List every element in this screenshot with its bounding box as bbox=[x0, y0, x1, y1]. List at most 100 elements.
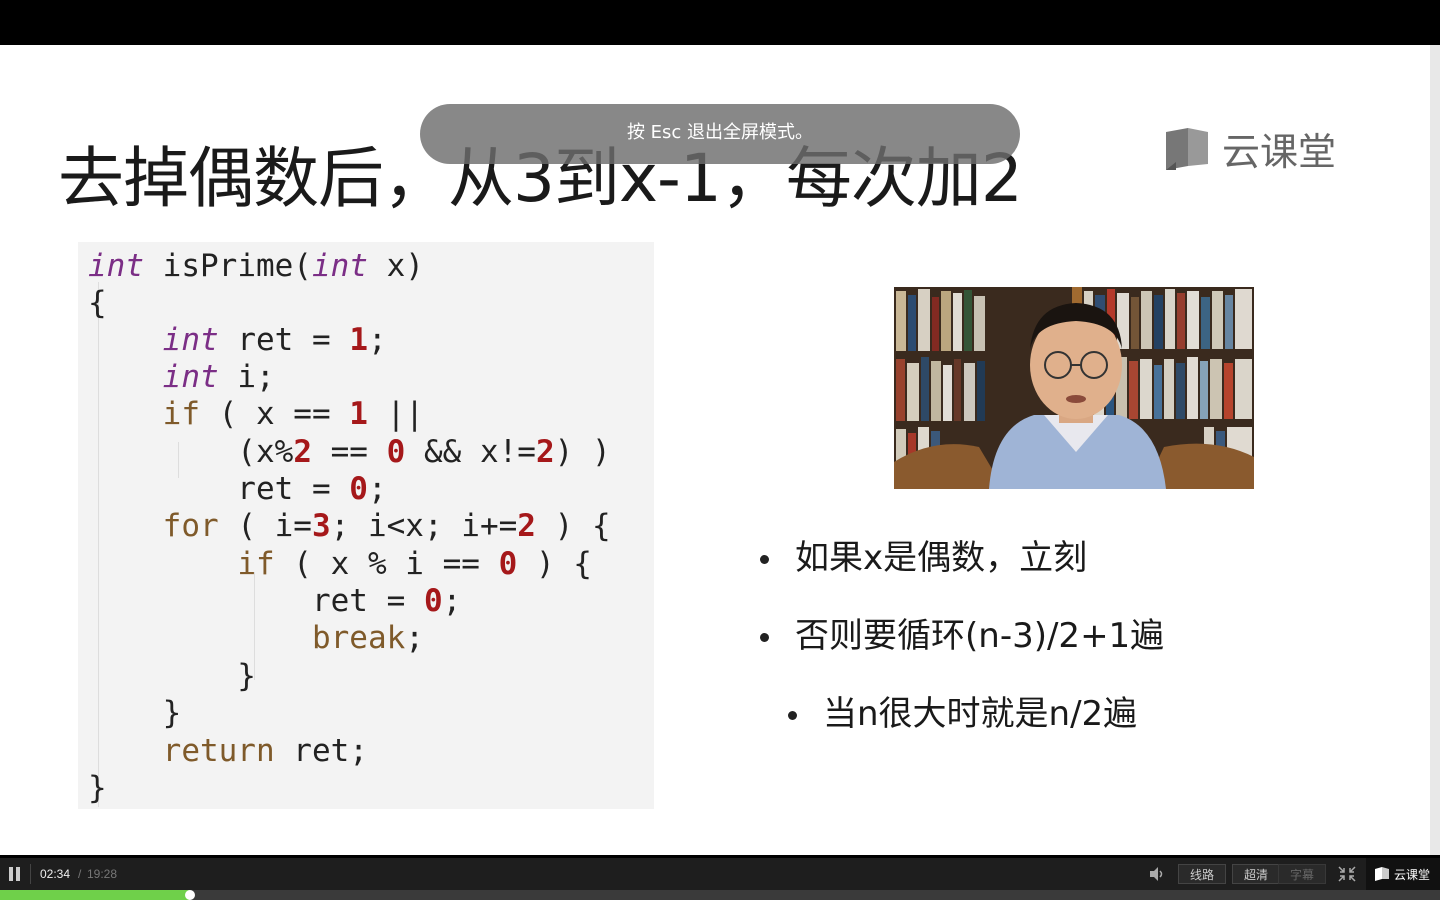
code-text: ret = bbox=[88, 583, 424, 619]
code-line: (x%2 == 0 && x!=2) ) bbox=[88, 434, 611, 471]
volume-button[interactable] bbox=[1148, 866, 1166, 882]
code-line: int ret = 1; bbox=[88, 322, 387, 359]
bullet-item: 否则要循环(n-3)/2+1遍 bbox=[760, 608, 1164, 657]
instructor-video bbox=[894, 287, 1254, 489]
top-black-bar bbox=[0, 0, 1440, 45]
bullet-dot bbox=[760, 633, 769, 642]
code-keyword: if bbox=[162, 396, 200, 432]
code-text: isPrime( bbox=[144, 248, 312, 284]
slide-area: 去掉偶数后，从3到x-1，每次加2 云课堂 int isPrime(int x)… bbox=[0, 45, 1440, 855]
code-number: 3 bbox=[311, 508, 331, 544]
progress-handle[interactable] bbox=[185, 890, 196, 900]
progress-fill bbox=[0, 890, 191, 900]
route-button[interactable]: 线路 bbox=[1178, 864, 1226, 884]
code-text: } bbox=[88, 770, 107, 806]
brand-text: 云课堂 bbox=[1394, 867, 1431, 882]
time-separator: / bbox=[78, 867, 82, 881]
code-line: int isPrime(int x) bbox=[88, 248, 424, 285]
bullet-text: 当n很大时就是n/2遍 bbox=[823, 694, 1138, 734]
code-text: ) ) bbox=[554, 434, 611, 470]
book-icon bbox=[1166, 127, 1208, 170]
code-number: 1 bbox=[349, 396, 368, 432]
code-keyword: for bbox=[162, 508, 219, 544]
bullet-dot bbox=[760, 555, 769, 564]
code-keyword: if bbox=[237, 546, 275, 582]
code-line: int i; bbox=[88, 359, 275, 396]
bullet-text: 如果x是偶数，立刻 bbox=[795, 538, 1088, 578]
code-line: if ( x % i == 0 ) { bbox=[88, 546, 592, 583]
code-line: for ( i=3; i<x; i+=2 ) { bbox=[88, 508, 611, 545]
logo-text: 云课堂 bbox=[1222, 130, 1337, 174]
code-number: 0 bbox=[423, 583, 443, 619]
separator-line bbox=[30, 864, 31, 884]
code-text: ret = bbox=[218, 322, 350, 358]
code-number: 0 bbox=[386, 434, 406, 470]
code-text: ( i= bbox=[218, 508, 312, 544]
bullet-dot bbox=[788, 711, 797, 720]
code-text: || bbox=[367, 396, 424, 432]
code-text: ret = bbox=[88, 471, 350, 507]
code-line: } bbox=[88, 658, 256, 695]
code-text: ) { bbox=[517, 546, 592, 582]
instructor-video-image bbox=[894, 287, 1254, 489]
code-text: ; bbox=[367, 322, 387, 358]
current-time: 02:34 bbox=[40, 867, 71, 881]
sub-bullet-item: 当n很大时就是n/2遍 bbox=[788, 686, 1137, 735]
code-block: int isPrime(int x){ int ret = 1; int i; … bbox=[78, 242, 654, 809]
code-text: i; bbox=[218, 359, 275, 395]
code-keyword: break bbox=[311, 620, 406, 656]
code-line: break; bbox=[88, 620, 424, 657]
code-number: 2 bbox=[293, 434, 312, 470]
code-line: if ( x == 1 || bbox=[88, 396, 424, 433]
code-number: 1 bbox=[349, 322, 368, 358]
subtitle-button[interactable]: 字幕 bbox=[1278, 864, 1326, 884]
code-text: ; i<x; i+= bbox=[330, 508, 518, 544]
exit-fullscreen-button[interactable] bbox=[1338, 866, 1356, 882]
code-keyword: return bbox=[162, 733, 275, 769]
code-text: ; bbox=[442, 583, 462, 619]
code-text: ) { bbox=[535, 508, 611, 544]
code-text: (x% bbox=[88, 434, 294, 470]
code-line: ret = 0; bbox=[88, 583, 461, 620]
code-keyword: int bbox=[162, 359, 219, 395]
code-number: 2 bbox=[517, 508, 536, 544]
code-text: ( x == bbox=[199, 396, 350, 432]
quality-button[interactable]: 超清 bbox=[1232, 864, 1280, 884]
player-controls: 02:34 / 19:28 线路 超清 字幕 云课堂 bbox=[0, 858, 1440, 890]
code-text: } bbox=[88, 695, 182, 731]
fullscreen-exit-hint: 按 Esc 退出全屏模式。 bbox=[420, 104, 1020, 164]
code-text: } bbox=[88, 658, 256, 694]
progress-bar[interactable] bbox=[0, 890, 1440, 900]
code-text: ret; bbox=[274, 733, 368, 769]
code-line: } bbox=[88, 695, 182, 732]
bullet-item: 如果x是偶数，立刻 bbox=[760, 530, 1087, 579]
code-line: ret = 0; bbox=[88, 471, 387, 508]
bullet-text: 否则要循环(n-3)/2+1遍 bbox=[795, 616, 1165, 656]
code-text: && x!= bbox=[405, 434, 536, 470]
code-keyword: int bbox=[162, 322, 219, 358]
cloud-classroom-logo-icon bbox=[1375, 867, 1389, 881]
code-text: ; bbox=[367, 471, 387, 507]
code-line: { bbox=[88, 285, 107, 322]
code-text: ( x % i == bbox=[274, 546, 499, 582]
duration: 19:28 bbox=[87, 867, 118, 881]
code-number: 2 bbox=[535, 434, 555, 470]
volume-icon bbox=[1150, 867, 1163, 881]
code-text: == bbox=[311, 434, 387, 470]
fullscreen-exit-icon bbox=[1338, 866, 1356, 882]
code-line: } bbox=[88, 770, 107, 807]
pause-button[interactable] bbox=[8, 866, 22, 882]
code-keyword: int bbox=[88, 248, 144, 284]
brand-link[interactable]: 云课堂 bbox=[1366, 858, 1440, 890]
pause-icon bbox=[9, 867, 20, 881]
code-text: { bbox=[88, 285, 107, 321]
code-text: ; bbox=[405, 620, 424, 656]
slide-right-edge bbox=[1430, 45, 1440, 855]
